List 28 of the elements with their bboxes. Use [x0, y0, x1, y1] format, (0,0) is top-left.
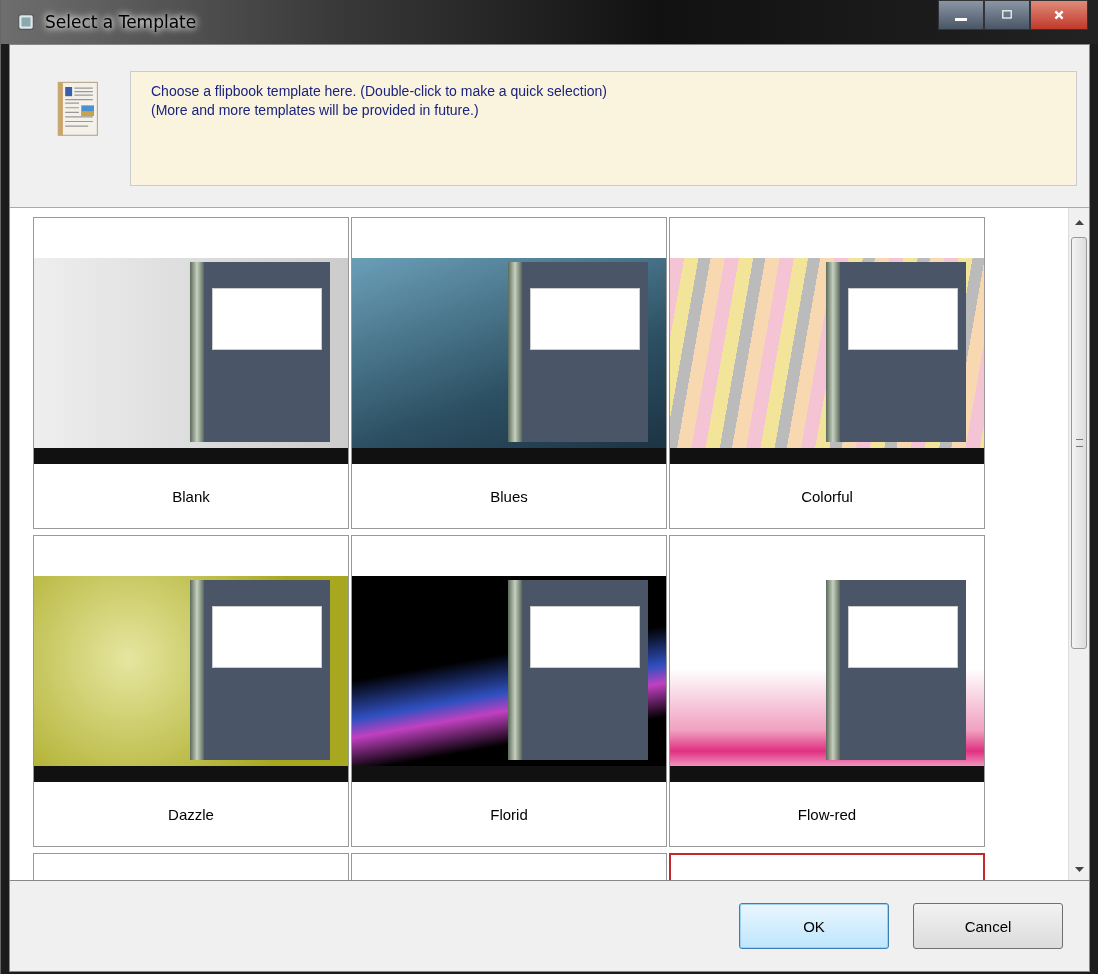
template-name: Colorful — [800, 486, 854, 507]
minimize-icon — [955, 17, 967, 21]
scrollbar-thumb[interactable] — [1071, 237, 1087, 649]
dialog-button[interactable]: OK — [739, 903, 889, 949]
maximize-icon — [1001, 9, 1013, 21]
scroll-up-icon[interactable] — [1074, 220, 1084, 225]
template-tile[interactable]: Dazzle — [33, 535, 349, 847]
close-button[interactable] — [1030, 0, 1088, 30]
maximize-button[interactable] — [984, 0, 1030, 30]
close-icon — [1053, 9, 1065, 21]
template-name: Flow-red — [796, 804, 858, 825]
dialog-button[interactable]: Cancel — [913, 903, 1063, 949]
template-tile[interactable]: Florid — [351, 535, 667, 847]
template-tile[interactable]: Flow-red — [669, 535, 985, 847]
template-name: Florid — [489, 804, 529, 825]
template-name: Dazzle — [167, 804, 215, 825]
info-text: (More and more templates will be provided in future.) — [151, 101, 480, 120]
scrollbar[interactable] — [1068, 208, 1089, 880]
minimize-button[interactable] — [938, 0, 984, 30]
window-icon — [17, 13, 35, 31]
template-name: Blank — [171, 486, 211, 507]
template-tile[interactable]: Blues — [351, 217, 667, 529]
info-text: Choose a flipbook template here. (Double-click to make a quick selection) — [151, 82, 608, 101]
template-tile[interactable]: Colorful — [669, 217, 985, 529]
template-name: Blues — [489, 486, 529, 507]
scroll-down-icon[interactable] — [1074, 867, 1084, 872]
template-tile[interactable]: Blank — [33, 217, 349, 529]
window-title: Select a Template — [45, 12, 198, 32]
